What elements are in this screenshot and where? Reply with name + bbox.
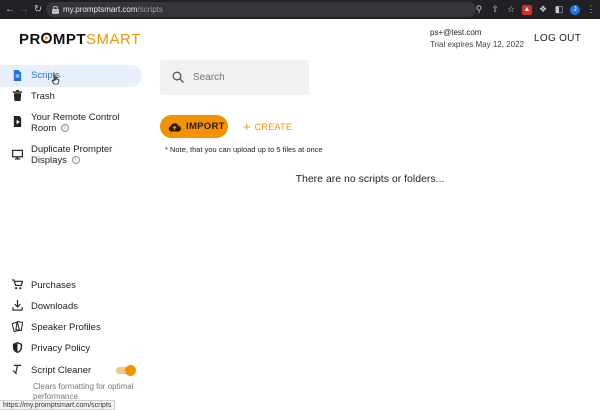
- account-email: ps+@test.com: [430, 28, 482, 37]
- sidebar-item-trash[interactable]: Trash: [0, 90, 142, 104]
- shield-icon: [12, 342, 23, 353]
- download-icon: [12, 300, 23, 311]
- sidebar-item-label: Purchases: [31, 280, 76, 291]
- toggle-knob: [125, 365, 136, 376]
- promptsmart-logo[interactable]: PR MPT SMART: [19, 31, 141, 48]
- script-cleaner-description: Clears formatting for optimal performanc…: [33, 382, 134, 401]
- plus-icon: +: [243, 119, 251, 134]
- speaker-profiles-icon: [12, 321, 23, 332]
- sidebar-item-downloads[interactable]: Downloads: [0, 300, 142, 314]
- share-icon[interactable]: ⇧: [490, 4, 500, 15]
- monitor-icon: [12, 149, 23, 160]
- trial-expiry: Trial expires May 12, 2022: [430, 40, 524, 49]
- sidebar-item-duplicate-displays[interactable]: Duplicate Prompter Displays i: [0, 143, 142, 167]
- browser-status-url: https://my.promptsmart.com/scripts: [0, 400, 116, 410]
- sidebar-item-speaker-profiles[interactable]: Speaker Profiles: [0, 321, 142, 335]
- browser-toolbar: ← → ↻ my.promptsmart.com/scripts ⚲ ⇧ ☆ ▲…: [0, 0, 600, 19]
- bookmark-star-icon[interactable]: ☆: [506, 4, 516, 15]
- lock-icon: [52, 5, 59, 14]
- import-button-label: IMPORT: [186, 121, 225, 132]
- sidebar-item-privacy-policy[interactable]: Privacy Policy: [0, 342, 142, 356]
- account-info: ps+@test.com Trial expires May 12, 2022: [430, 27, 524, 51]
- info-icon[interactable]: i: [71, 156, 80, 165]
- address-bar[interactable]: my.promptsmart.com/scripts: [46, 2, 476, 17]
- sidebar-item-label: Your Remote Control: [31, 112, 120, 123]
- document-icon: [13, 70, 22, 81]
- cart-icon: [12, 279, 23, 290]
- sidebar-item-label: Downloads: [31, 301, 78, 312]
- info-icon[interactable]: i: [60, 124, 69, 133]
- mouse-cursor-icon: [51, 74, 60, 85]
- script-cleaner-toggle[interactable]: [116, 365, 136, 376]
- search-input[interactable]: [193, 69, 303, 85]
- sidebar-item-scripts[interactable]: Scripts: [0, 65, 142, 87]
- sidebar-item-label: Duplicate Prompter: [31, 144, 113, 155]
- play-card-icon: [13, 116, 22, 127]
- sidebar-item-label: Privacy Policy: [31, 343, 91, 354]
- cloud-upload-icon: [168, 122, 181, 132]
- upload-note: * Note, that you can upload up to 5 file…: [165, 145, 323, 154]
- sidebar-item-label: Script Cleaner: [31, 365, 92, 376]
- import-button[interactable]: IMPORT: [160, 115, 228, 138]
- logo-o-icon: [41, 32, 53, 44]
- address-url: my.promptsmart.com/scripts: [63, 5, 163, 14]
- sidebar-item-remote-control-room[interactable]: Your Remote Control Room i: [0, 111, 142, 135]
- clear-format-icon: [12, 364, 22, 375]
- search-icon: [172, 71, 184, 83]
- empty-state-message: There are no scripts or folders...: [295, 173, 445, 185]
- extensions-puzzle-icon[interactable]: ❖: [538, 4, 548, 15]
- sidebar-item-label: Speaker Profiles: [31, 322, 101, 333]
- zoom-icon[interactable]: ⚲: [474, 4, 484, 15]
- create-button-label: CREATE: [254, 121, 293, 132]
- trash-icon: [12, 90, 23, 101]
- sidebar-item-purchases[interactable]: Purchases: [0, 279, 142, 293]
- reload-icon[interactable]: ↻: [31, 0, 45, 19]
- sidebar-item-label-line2: Room: [31, 123, 57, 134]
- logout-button[interactable]: LOG OUT: [534, 33, 581, 44]
- back-icon[interactable]: ←: [3, 0, 17, 19]
- sidepanel-icon[interactable]: ◧: [554, 4, 564, 15]
- profile-avatar[interactable]: J: [570, 4, 580, 15]
- pdf-extension-icon[interactable]: ▲: [522, 4, 532, 15]
- create-button[interactable]: + CREATE: [243, 119, 292, 134]
- forward-icon[interactable]: →: [17, 0, 31, 19]
- sidebar-item-label: Trash: [31, 91, 55, 102]
- sidebar-item-script-cleaner: Script Cleaner: [0, 364, 110, 378]
- search-box: [160, 60, 309, 95]
- browser-extension-icons: ⚲ ⇧ ☆ ▲ ❖ ◧ J ⋮: [474, 0, 596, 19]
- sidebar-item-label-line2: Displays: [31, 155, 67, 166]
- kebab-menu-icon[interactable]: ⋮: [586, 4, 596, 15]
